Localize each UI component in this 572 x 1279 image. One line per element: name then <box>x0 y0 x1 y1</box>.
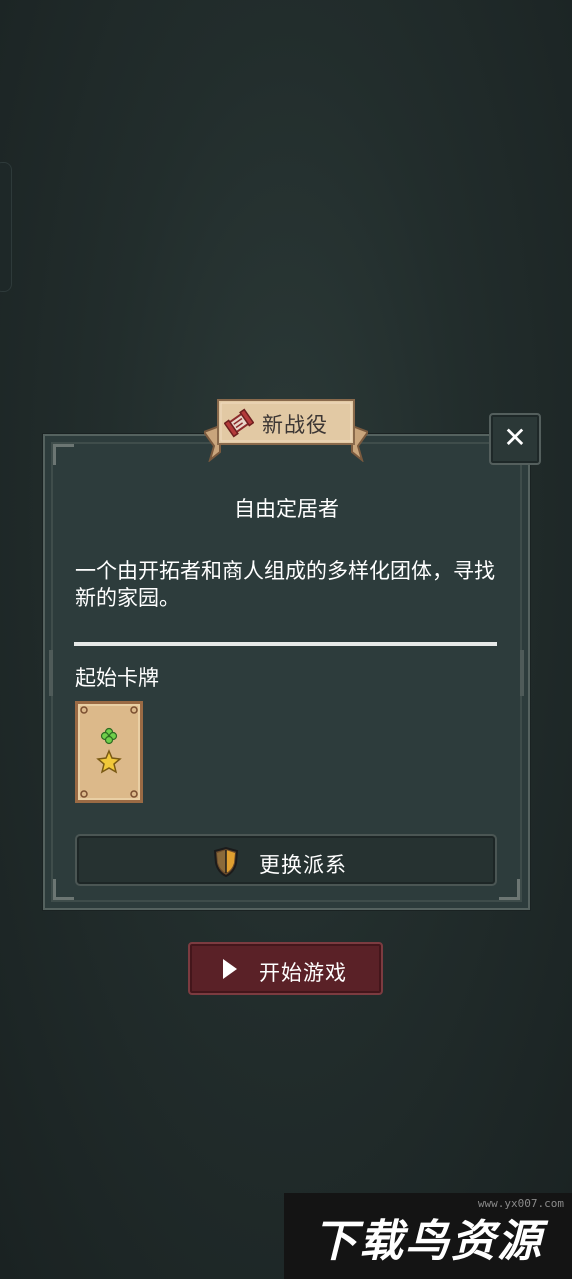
section-divider <box>74 642 497 646</box>
frame-side-ornament <box>520 650 524 696</box>
scroll-icon <box>224 408 254 438</box>
watermark-text: 下载鸟资源 <box>313 1216 543 1267</box>
clover-star-icon <box>80 706 138 798</box>
frame-corner-ornament <box>53 879 74 900</box>
frame-side-ornament <box>49 650 53 696</box>
shield-icon <box>213 847 239 877</box>
faction-description: 一个由开拓者和商人组成的多样化团体，寻找新的家园。 <box>75 559 495 610</box>
starting-cards-label: 起始卡牌 <box>75 666 159 690</box>
faction-name: 自由定居者 <box>234 497 339 521</box>
close-icon: ✕ <box>503 421 527 454</box>
frame-corner-ornament <box>53 444 74 465</box>
watermark-logo: www.yx007.com 下载鸟资源 <box>284 1193 572 1279</box>
play-icon <box>223 959 237 979</box>
start-game-button[interactable]: 开始游戏 <box>188 942 383 995</box>
title-banner: 新战役 <box>204 396 368 462</box>
switch-faction-label: 更换派系 <box>259 853 347 877</box>
close-button[interactable]: ✕ <box>489 413 541 465</box>
edge-pull-tab[interactable] <box>0 162 12 292</box>
frame-corner-ornament <box>499 879 520 900</box>
switch-faction-button[interactable]: 更换派系 <box>75 834 497 886</box>
start-game-label: 开始游戏 <box>259 961 347 985</box>
banner-title: 新战役 <box>262 413 328 437</box>
starting-card[interactable] <box>75 701 143 803</box>
